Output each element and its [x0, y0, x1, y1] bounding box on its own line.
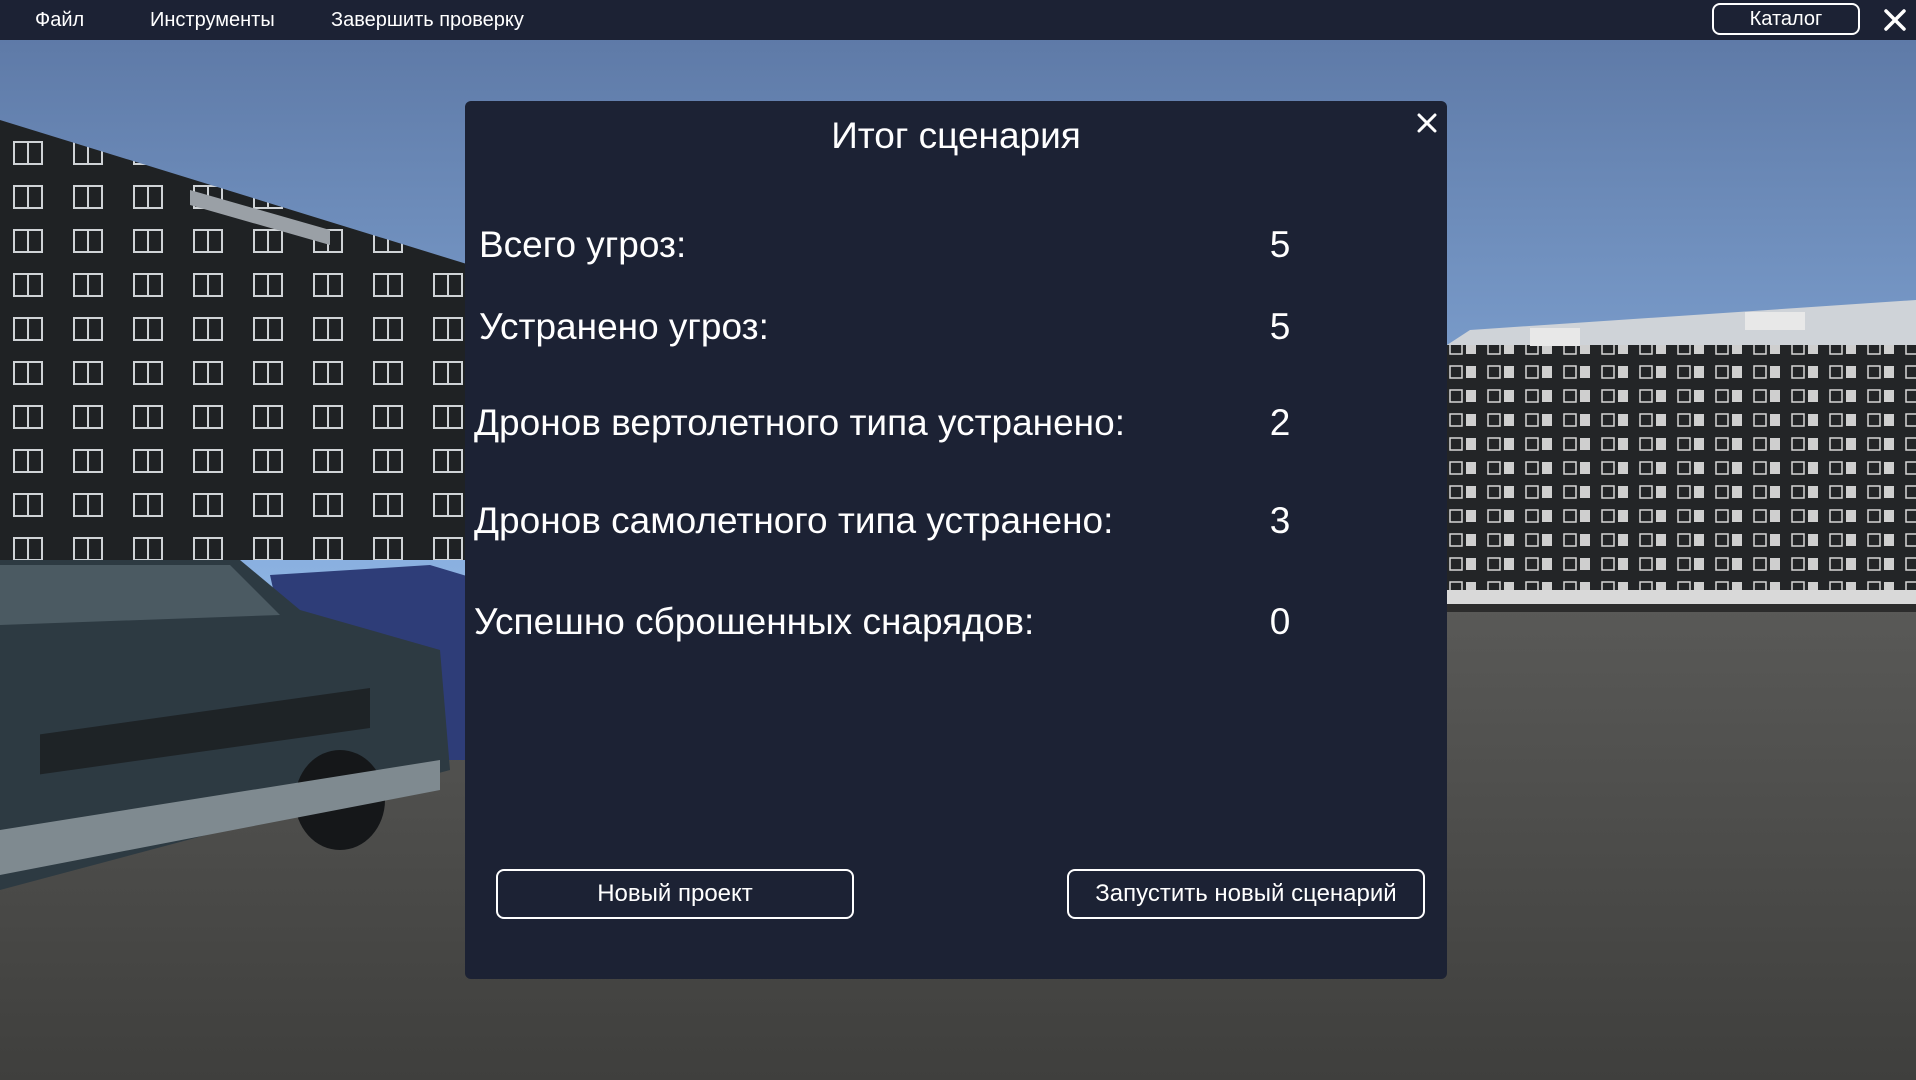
- catalog-button[interactable]: Каталог: [1712, 3, 1860, 35]
- car-dark-window: [0, 565, 280, 625]
- stat-value-plane-drones: 3: [1269, 500, 1291, 541]
- stat-value-total-threats: 5: [1269, 224, 1291, 265]
- stat-value-dropped-projectiles: 0: [1269, 601, 1291, 642]
- stat-label-dropped-projectiles: Успешно сброшенных снарядов:: [474, 601, 1035, 642]
- building-right: [1447, 345, 1916, 590]
- stat-value-helicopter-drones: 2: [1269, 402, 1291, 443]
- stat-label-plane-drones: Дронов самолетного типа устранено:: [474, 500, 1114, 541]
- close-icon[interactable]: [1414, 110, 1440, 136]
- stat-label-total-threats: Всего угроз:: [479, 224, 687, 265]
- start-new-scenario-button[interactable]: Запустить новый сценарий: [1067, 869, 1425, 919]
- curb-shadow: [1447, 604, 1916, 612]
- roof-block: [1530, 328, 1580, 346]
- dialog-title: Итог сценария: [831, 115, 1081, 156]
- close-icon[interactable]: [1881, 6, 1909, 34]
- stat-label-helicopter-drones: Дронов вертолетного типа устранено:: [474, 402, 1125, 443]
- menu-bar: Файл Инструменты Завершить проверку Ката…: [0, 0, 1916, 40]
- menu-finish-check[interactable]: Завершить проверку: [331, 0, 524, 40]
- stat-value-eliminated-threats: 5: [1269, 306, 1291, 347]
- menu-tools[interactable]: Инструменты: [150, 0, 275, 40]
- scenario-summary-dialog: Итог сценария Всего угроз: 5 Устранено у…: [465, 101, 1447, 979]
- menu-file[interactable]: Файл: [35, 0, 84, 40]
- stat-label-eliminated-threats: Устранено угроз:: [479, 306, 769, 347]
- new-project-button[interactable]: Новый проект: [496, 869, 854, 919]
- roof-block: [1745, 312, 1805, 330]
